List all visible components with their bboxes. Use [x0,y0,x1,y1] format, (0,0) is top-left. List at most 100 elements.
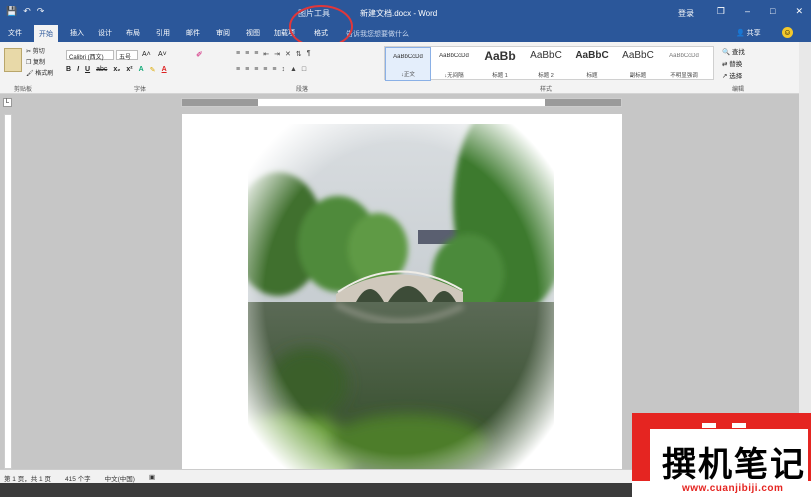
align-right-icon[interactable]: ≡ [254,66,258,73]
tab-view[interactable]: 视图 [246,28,260,38]
multilevel-list-icon[interactable]: ≡ [254,50,258,58]
shrink-font-button[interactable]: A˅ [158,51,167,58]
underline-button[interactable]: U [85,66,90,74]
paragraph-row-1: ≡ ≡ ≡ ⇤ ⇥ ✕ ⇅ ¶ [236,50,311,58]
quick-access-toolbar: 💾 ↶ ↷ [6,6,44,17]
undo-icon[interactable]: ↶ [23,6,31,17]
font-size-select[interactable]: 五号 [116,50,138,61]
site-watermark-logo: 撰机笔记 www.cuanjibiji.com [632,413,811,497]
font-group-label: 字体 [134,87,147,93]
style-sample: AaBbCcDd [393,54,423,60]
minimize-icon[interactable]: – [745,6,750,17]
tab-stop-selector[interactable]: L [3,98,12,107]
paste-icon[interactable] [4,48,22,72]
font-color-icon[interactable]: A [162,66,167,74]
replace-button[interactable]: ⇄ 替换 [722,58,742,68]
style-sample: AaBbC [530,50,562,61]
tab-references[interactable]: 引用 [156,28,170,38]
select-button[interactable]: ↗ 选择 [722,70,742,80]
find-button[interactable]: 🔍 查找 [722,46,745,56]
close-icon[interactable]: ✕ [795,6,803,17]
redo-icon[interactable]: ↷ [37,6,45,17]
maximize-icon[interactable]: □ [770,6,775,17]
document-title: 新建文档.docx - Word [360,9,438,18]
format-painter-button[interactable]: 🖌 格式刷 [26,68,53,77]
decrease-indent-icon[interactable]: ⇤ [263,50,269,58]
show-marks-icon[interactable]: ¶ [307,50,311,58]
clipboard-group-label: 剪贴板 [14,87,33,93]
signin-link[interactable]: 登录 [678,8,694,19]
ruler-margin-right [545,99,621,106]
chinese-layout-icon[interactable]: ✕ [285,50,291,58]
watermark-brand-text: 撰机笔记 [662,445,806,485]
tab-insert[interactable]: 插入 [70,28,84,38]
clear-format-icon[interactable]: ✐ [196,50,203,59]
bold-button[interactable]: B [66,66,71,74]
horizontal-ruler[interactable] [181,98,622,107]
cut-button[interactable]: ✂ 剪切 [26,46,45,55]
align-left-icon[interactable]: ≡ [236,66,240,73]
word-count[interactable]: 415 个字 [65,473,91,483]
language-indicator[interactable]: 中文(中国) [105,473,135,483]
style-no-spacing[interactable]: AaBbCcDd ↓无间隔 [431,47,477,81]
justify-icon[interactable]: ≡ [263,66,267,73]
inserted-picture[interactable] [248,124,554,472]
editing-group-label: 编辑 [732,87,745,93]
font-family-select[interactable]: Calibri (西文) [66,50,114,61]
ribbon-display-icon[interactable]: ❐ [717,6,725,17]
style-heading-2[interactable]: AaBbC 标题 2 [523,47,569,81]
tell-me-search[interactable]: 告诉我您想要做什么 [346,29,409,39]
numbering-icon[interactable]: ≡ [245,50,249,58]
watermark-url: www.cuanjibiji.com [682,483,784,494]
save-icon[interactable]: 💾 [6,6,17,17]
style-subtitle[interactable]: AaBbC 副标题 [615,47,661,81]
macro-record-icon[interactable]: ▣ [149,473,155,481]
tab-review[interactable]: 审阅 [216,28,230,38]
tab-mailings[interactable]: 邮件 [186,28,200,38]
shading-icon[interactable]: ▲ [290,66,297,73]
font-format-buttons: B I U abc x₂ x² A ✎ A [66,66,167,74]
style-normal[interactable]: AaBbCcDd ↓正文 [385,47,431,81]
select-label: 选择 [729,73,743,80]
borders-icon[interactable]: □ [302,66,306,73]
align-center-icon[interactable]: ≡ [245,66,249,73]
bullets-icon[interactable]: ≡ [236,50,240,58]
vertical-ruler[interactable] [4,114,12,469]
increase-indent-icon[interactable]: ⇥ [274,50,280,58]
text-effects-icon[interactable]: A [139,66,144,74]
share-button[interactable]: 👤 共享 [736,28,761,38]
tab-layout[interactable]: 布局 [126,28,140,38]
tab-design[interactable]: 设计 [98,28,112,38]
vertical-scrollbar[interactable] [799,42,811,472]
replace-label: 替换 [729,61,743,68]
paragraph-group-label: 段落 [296,87,309,93]
italic-button[interactable]: I [77,66,79,74]
styles-group-label: 样式 [540,87,553,93]
distributed-icon[interactable]: ≡ [272,66,276,73]
style-name: ↓正文 [401,72,415,78]
style-name: 不明显强调 [670,73,698,79]
sort-icon[interactable]: ⇅ [296,50,302,58]
style-title[interactable]: AaBbC 标题 [569,47,615,81]
copy-button[interactable]: ❐ 复制 [26,57,45,66]
styles-gallery: AaBbCcDd ↓正文 AaBbCcDd ↓无间隔 AaBb 标题 1 AaB… [384,46,714,81]
style-name: 副标题 [629,73,647,79]
window-controls: ❐ – □ ✕ [717,6,803,17]
style-heading-1[interactable]: AaBb 标题 1 [477,47,523,81]
strikethrough-button[interactable]: abc [96,66,107,74]
title-bar: 💾 ↶ ↷ 图片工具 新建文档.docx - Word 登录 ❐ – □ ✕ [0,0,811,25]
tab-home[interactable]: 开始 [34,25,58,42]
line-spacing-icon[interactable]: ↕ [281,66,285,73]
subscript-button[interactable]: x₂ [113,66,120,74]
document-page[interactable] [182,114,622,472]
style-name: 标题 2 [538,73,554,79]
highlight-color-icon[interactable]: ✎ [150,66,156,74]
grow-font-button[interactable]: A˄ [142,51,151,58]
style-subtle-emphasis[interactable]: AaBbCcDd 不明显强调 [661,47,707,81]
feedback-smiley-icon[interactable]: ☺ [782,27,793,38]
superscript-button[interactable]: x² [126,66,132,74]
find-label: 查找 [731,49,745,56]
tab-file[interactable]: 文件 [8,28,22,38]
page-count[interactable]: 第 1 页，共 1 页 [4,473,51,483]
bridge-photo-graphic [248,124,554,472]
